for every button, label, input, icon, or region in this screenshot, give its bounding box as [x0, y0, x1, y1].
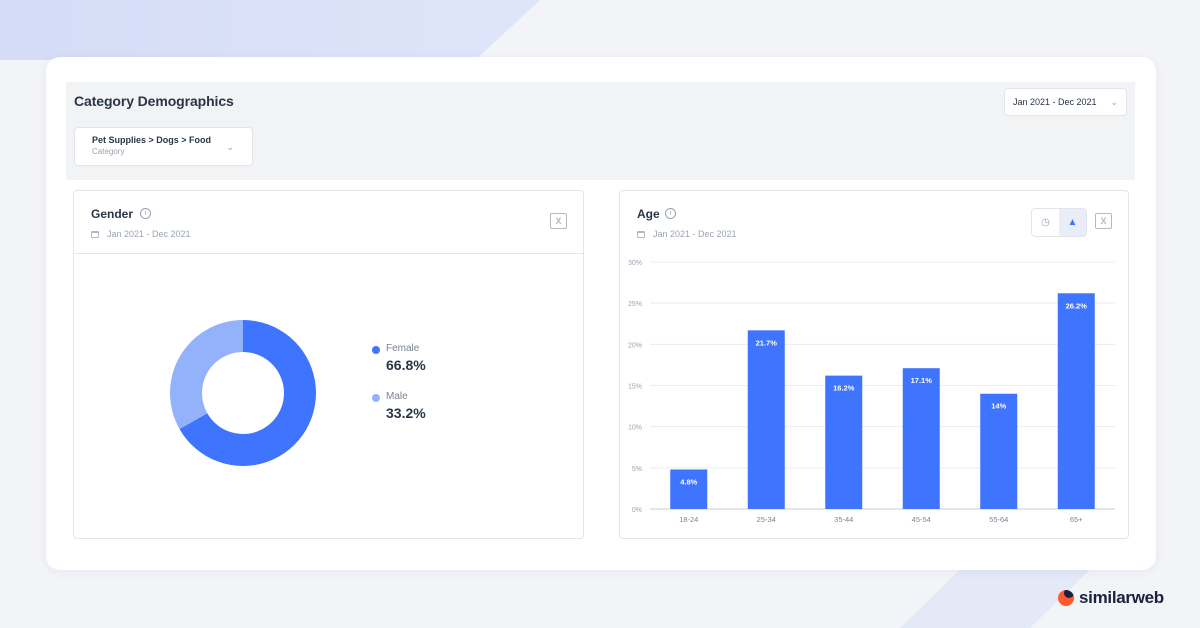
calendar-icon	[91, 230, 99, 238]
y-tick-label: 30%	[628, 260, 642, 267]
date-range-value: Jan 2021 - Dec 2021	[1013, 97, 1097, 107]
bar-25-34	[747, 330, 785, 509]
info-icon[interactable]: i	[140, 208, 151, 219]
bar-18-24	[670, 469, 708, 509]
y-tick-label: 25%	[628, 301, 642, 308]
header-band: Category Demographics Jan 2021 - Dec 202…	[66, 82, 1135, 180]
chevron-down-icon: ⌄	[1110, 97, 1118, 107]
background-shape-top	[0, 0, 540, 60]
y-tick-label: 5%	[632, 466, 642, 473]
x-tick-label: 18-24	[679, 515, 698, 524]
legend-item-male: Male 33.2%	[372, 391, 426, 421]
excel-export-icon[interactable]: X	[550, 213, 567, 229]
bar-value-label: 17.1%	[911, 376, 933, 385]
gender-date-text: Jan 2021 - Dec 2021	[107, 229, 191, 239]
gender-donut-chart	[169, 319, 317, 467]
legend-label: Male	[386, 391, 408, 402]
bar-value-label: 4.8%	[680, 477, 697, 486]
brand-name: similarweb	[1079, 588, 1164, 607]
gender-panel: Gender i Jan 2021 - Dec 2021 X Female 66…	[73, 190, 584, 539]
gender-title: Gender	[91, 207, 134, 221]
legend-value: 33.2%	[386, 405, 426, 421]
x-tick-label: 45-54	[912, 515, 931, 524]
y-tick-label: 10%	[628, 425, 642, 432]
chevron-down-icon: ⌄	[226, 142, 234, 152]
bar-55-64	[980, 393, 1018, 509]
age-bar-chart: 0% 5% 10% 15% 20% 25% 30% 4.8% 18-24 21.7% 25-34 16…	[628, 260, 1115, 524]
legend-label: Female	[386, 343, 420, 354]
age-panel: Age i Jan 2021 - Dec 2021 ◷ ▲ X 0% 5% 10% 1…	[619, 190, 1129, 539]
y-tick-label: 0%	[632, 507, 642, 514]
x-tick-label: 65+	[1070, 515, 1083, 524]
donut-slice-male	[170, 320, 243, 429]
x-tick-label: 25-34	[757, 515, 776, 524]
bar-35-44	[825, 375, 863, 509]
category-select[interactable]: Pet Supplies > Dogs > Food Category ⌄	[74, 127, 253, 166]
panel-divider	[74, 253, 583, 254]
legend-value: 66.8%	[386, 357, 426, 373]
similarweb-logo-icon	[1058, 590, 1074, 606]
y-tick-label: 15%	[628, 384, 642, 391]
bar-value-label: 21.7%	[756, 338, 778, 347]
brand-logo: similarweb	[1058, 588, 1164, 608]
legend-dot	[372, 394, 380, 402]
date-range-select[interactable]: Jan 2021 - Dec 2021 ⌄	[1004, 88, 1127, 116]
bar-65+	[1057, 293, 1095, 509]
page-title: Category Demographics	[74, 93, 234, 109]
demographics-card: Category Demographics Jan 2021 - Dec 202…	[46, 57, 1156, 570]
bar-value-label: 14%	[991, 402, 1006, 411]
y-tick-label: 20%	[628, 342, 642, 349]
legend-dot	[372, 346, 380, 354]
gender-legend: Female 66.8% Male 33.2%	[372, 343, 426, 439]
x-tick-label: 55-64	[989, 515, 1008, 524]
x-tick-label: 35-44	[834, 515, 853, 524]
legend-item-female: Female 66.8%	[372, 343, 426, 373]
bar-45-54	[902, 368, 940, 509]
gender-date: Jan 2021 - Dec 2021	[91, 229, 191, 239]
bar-value-label: 26.2%	[1066, 301, 1088, 310]
bar-value-label: 16.2%	[833, 384, 855, 393]
